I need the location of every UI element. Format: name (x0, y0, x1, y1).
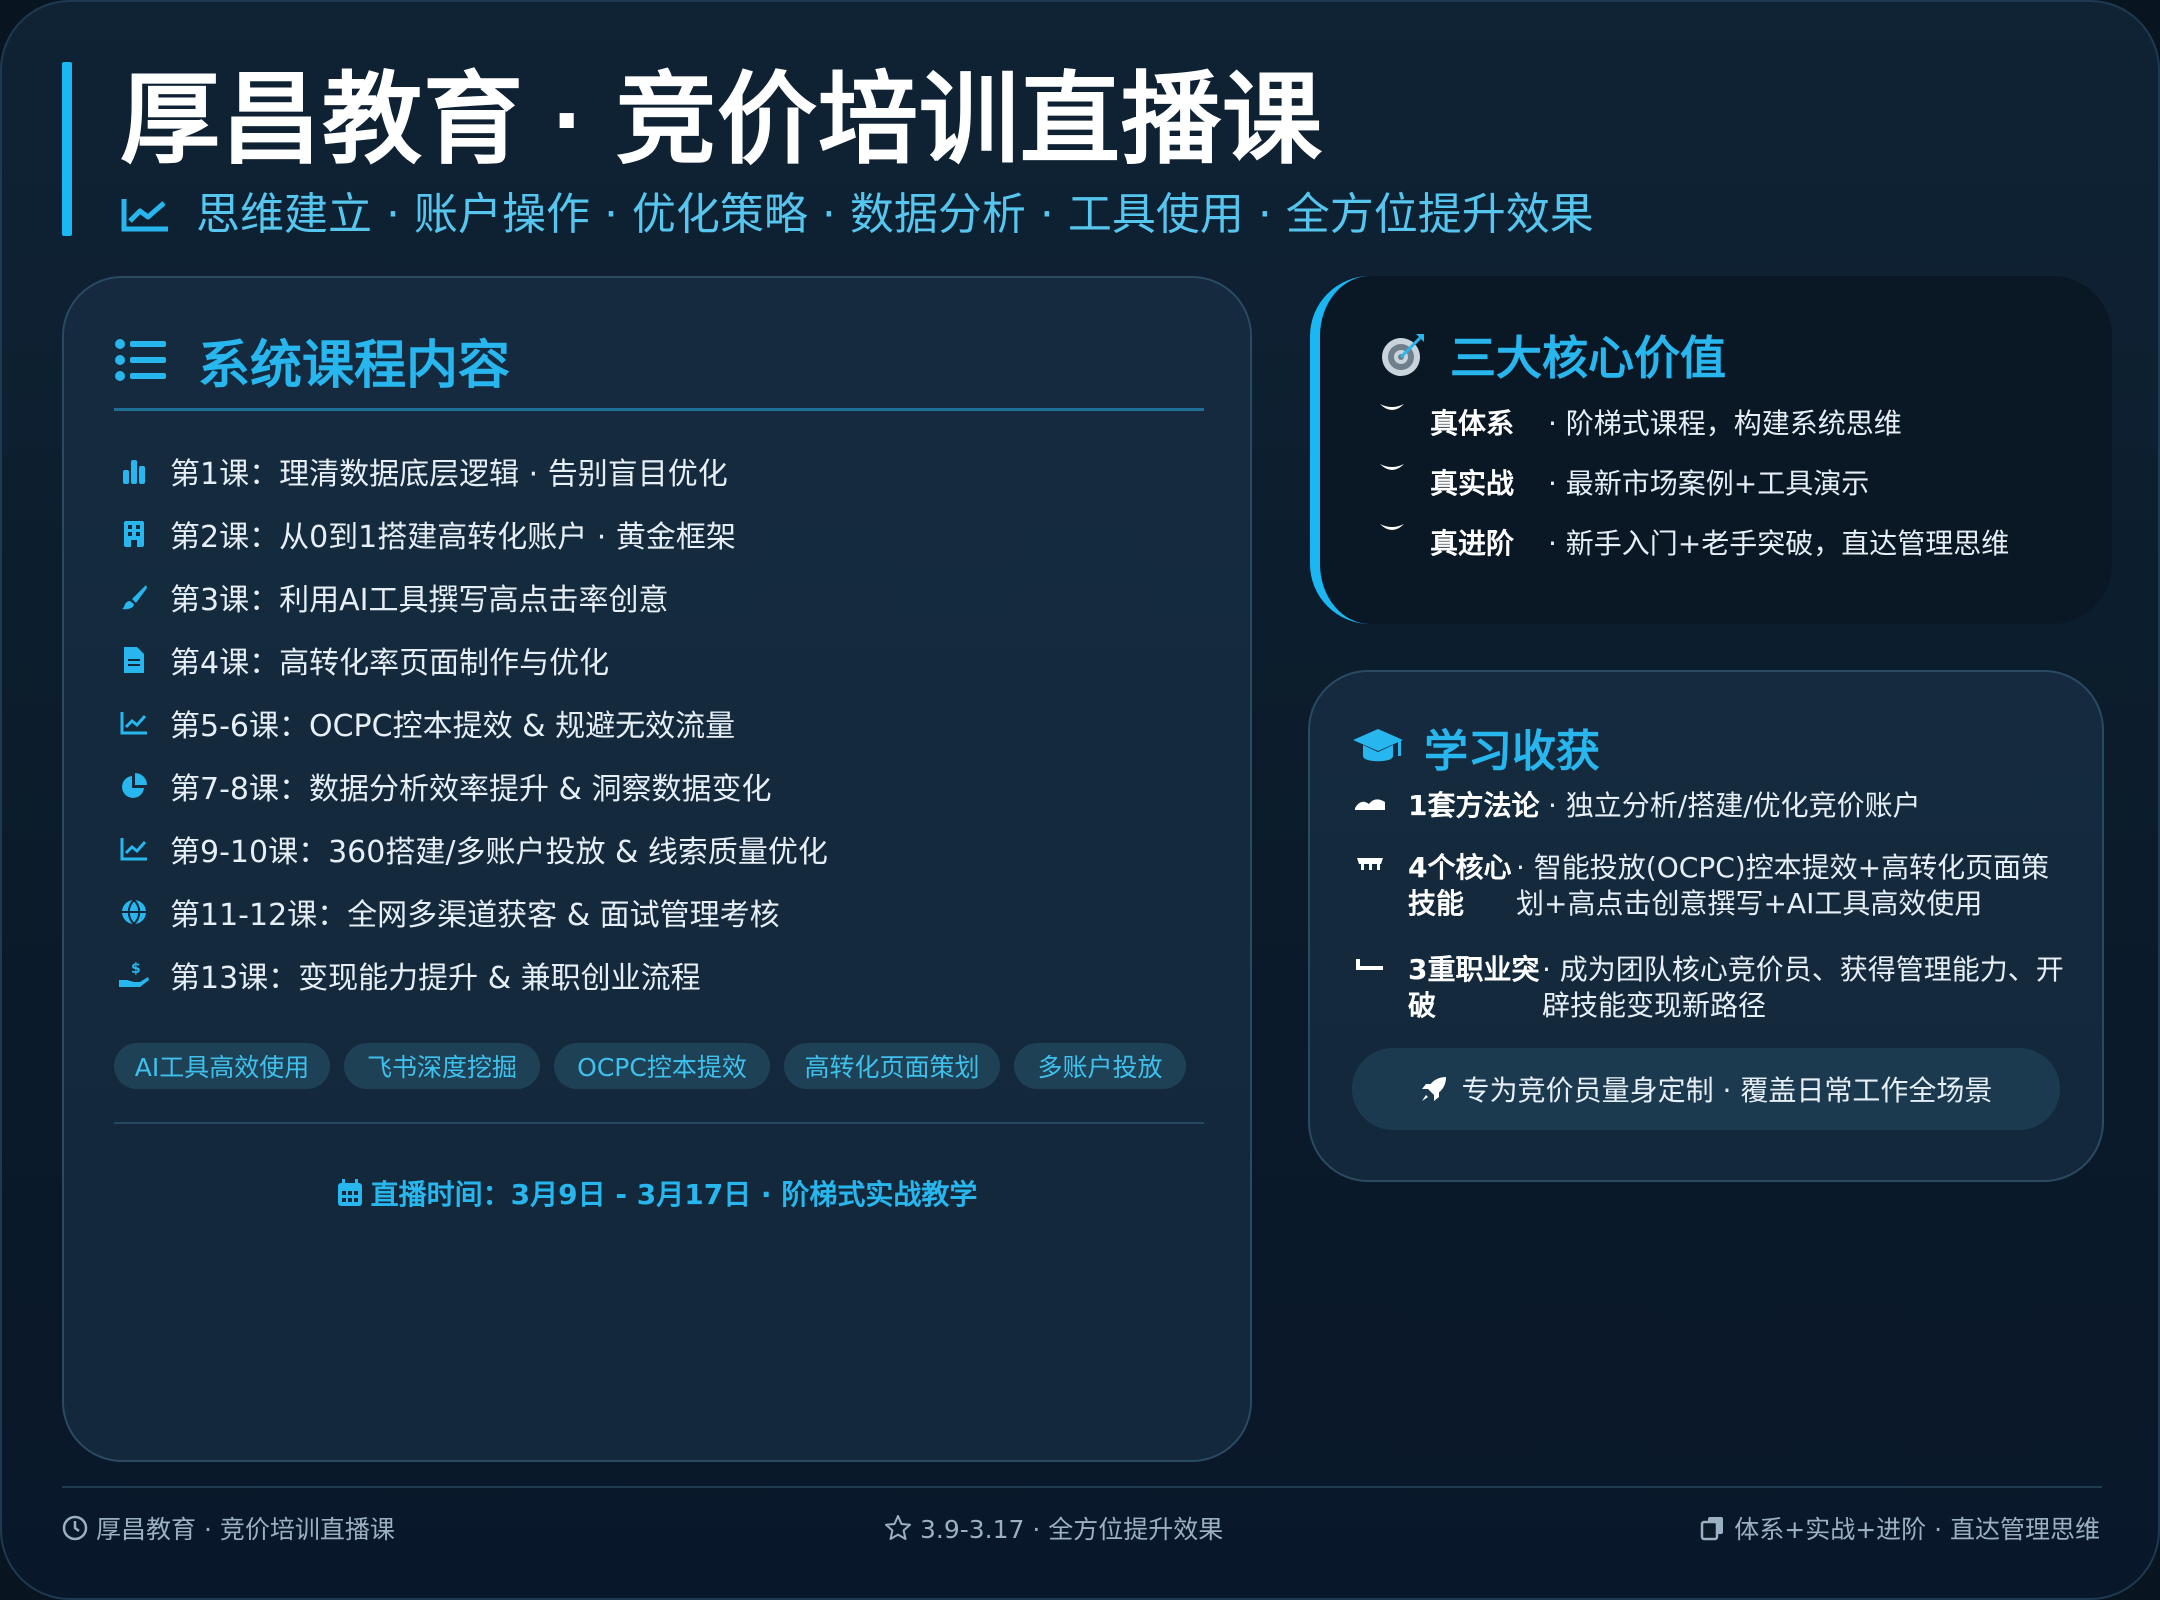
gain-key: 4个核心技能 (1408, 851, 1512, 920)
course-tag: 多账户投放 (1014, 1043, 1186, 1089)
poster-frame: 厚昌教育 · 竞价培训直播课 思维建立 · 账户操作 · 优化策略 · 数据分析… (0, 0, 2160, 1600)
lesson-item: 第5-6课：OCPC控本提效 & 规避无效流量 (114, 698, 735, 748)
gain-item: 4个核心技能 · 智能投放(OCPC)控本提效+高转化页面策划+高点击创意撰写+… (1350, 850, 2056, 922)
course-content-heading: 系统课程内容 (198, 335, 511, 396)
building-icon (124, 521, 144, 547)
heading-divider (114, 408, 1204, 411)
hand-money-icon: $ (119, 961, 149, 987)
live-time-text: 直播时间：3月9日 - 3月17日 · 阶梯式实战教学 (370, 1178, 978, 1211)
page-title: 厚昌教育 · 竞价培训直播课 (120, 64, 1323, 176)
core-value-desc: · 最新市场案例+工具演示 (1548, 467, 1870, 500)
footer-left-text: 厚昌教育 · 竞价培训直播课 (96, 1515, 395, 1544)
clock-icon (62, 1515, 88, 1541)
core-values-heading: 三大核心价值 (1450, 331, 1726, 385)
lesson-item: 第1课：理清数据底层逻辑 · 告别盲目优化 (114, 446, 728, 496)
gain-desc: · 独立分析/搭建/优化竞价账户 (1548, 789, 1921, 822)
lesson-text: 第1课：理清数据底层逻辑 · 告别盲目优化 (170, 457, 728, 492)
line-chart-icon (121, 199, 168, 232)
gain-desc: · 智能投放(OCPC)控本提效+高转化页面策划+高点击创意撰写+AI工具高效使… (1516, 851, 2050, 920)
lesson-text: 第13课：变现能力提升 & 兼职创业流程 (170, 961, 701, 996)
lesson-item: 第9-10课：360搭建/多账户投放 & 线索质量优化 (114, 824, 828, 874)
star-icon (885, 1515, 911, 1540)
lesson-item: 第3课：利用AI工具撰写高点击率创意 (114, 572, 668, 622)
subtitle-row: 思维建立 · 账户操作 · 优化策略 · 数据分析 · 工具使用 · 全方位提升… (120, 180, 1594, 250)
footer-divider (62, 1486, 2102, 1488)
tools-icon (1355, 799, 1385, 810)
briefcase-icon (1356, 959, 1383, 970)
core-value-item: 真实战 · 最新市场案例+工具演示 (1372, 458, 1869, 506)
line-chart-icon (120, 712, 147, 735)
bullet-icon (1380, 404, 1404, 410)
core-value-key: 真进阶 (1430, 527, 1515, 560)
lesson-item: 第4课：高转化率页面制作与优化 (114, 635, 609, 685)
core-value-key: 真实战 (1430, 467, 1515, 500)
footer-left: 厚昌教育 · 竞价培训直播课 (62, 1508, 395, 1548)
lesson-text: 第9-10课：360搭建/多账户投放 & 线索质量优化 (170, 835, 828, 870)
lesson-text: 第4课：高转化率页面制作与优化 (170, 646, 610, 681)
footer-right-text: 体系+实战+进阶 · 直达管理思维 (1734, 1515, 2100, 1544)
lesson-item: $ 第13课：变现能力提升 & 兼职创业流程 (114, 950, 701, 1000)
learning-gains-heading: 学习收获 (1424, 726, 1600, 777)
list-icon (115, 339, 166, 381)
line-chart-icon (120, 838, 147, 861)
puzzle-icon (1357, 858, 1383, 870)
core-value-item: 真进阶 · 新手入门+老手突破，直达管理思维 (1372, 518, 2009, 566)
learning-gains-heading-row: 学习收获 (1352, 712, 1600, 782)
tags-divider (114, 1122, 1204, 1124)
core-values-heading-row: 三大核心价值 (1380, 320, 1726, 390)
live-time-row: 直播时间：3月9日 - 3月17日 · 阶梯式实战教学 (64, 1168, 1250, 1218)
lesson-item: 第7-8课：数据分析效率提升 & 洞察数据变化 (114, 761, 771, 811)
lesson-item: 第2课：从0到1搭建高转化账户 · 黄金框架 (114, 509, 736, 559)
calendar-icon (337, 1179, 362, 1206)
highlight-text: 专为竞价员量身定制 · 覆盖日常工作全场景 (1461, 1074, 1993, 1107)
gain-key: 1套方法论 (1408, 789, 1540, 822)
lesson-text: 第3课：利用AI工具撰写高点击率创意 (170, 583, 669, 618)
core-values-panel: 三大核心价值 真体系 · 阶梯式课程，构建系统思维 真实战 · 最新市场案例+工… (1310, 276, 2112, 624)
lesson-text: 第7-8课：数据分析效率提升 & 洞察数据变化 (170, 772, 772, 807)
course-tag: 飞书深度挖掘 (344, 1043, 540, 1089)
page-subtitle: 思维建立 · 账户操作 · 优化策略 · 数据分析 · 工具使用 · 全方位提升… (196, 189, 1594, 240)
pie-chart-icon (122, 773, 147, 798)
svg-text:$: $ (131, 961, 141, 977)
bullet-icon (1380, 524, 1404, 530)
copy-icon (1701, 1517, 1724, 1541)
paintbrush-icon (122, 585, 147, 610)
footer-middle: 3.9-3.17 · 全方位提升效果 (884, 1508, 1223, 1548)
gain-desc: · 成为团队核心竞价员、获得管理能力、开辟技能变现新路径 (1542, 953, 2064, 1022)
gain-item: 3重职业突破 · 成为团队核心竞价员、获得管理能力、开辟技能变现新路径 (1350, 952, 2082, 1024)
lesson-text: 第5-6课：OCPC控本提效 & 规避无效流量 (170, 709, 736, 744)
course-tag: OCPC控本提效 (554, 1043, 770, 1089)
course-tag: AI工具高效使用 (114, 1043, 330, 1089)
footer-middle-text: 3.9-3.17 · 全方位提升效果 (920, 1515, 1224, 1544)
graduation-cap-icon (1353, 729, 1403, 762)
globe-icon (122, 899, 146, 925)
lesson-text: 第11-12课：全网多渠道获客 & 面试管理考核 (170, 898, 780, 933)
bar-chart-icon (123, 460, 145, 484)
lesson-item: 第11-12课：全网多渠道获客 & 面试管理考核 (114, 887, 780, 937)
learning-gains-panel: 学习收获 1套方法论 · 独立分析/搭建/优化竞价账户 4个核心技能 · 智能投… (1308, 670, 2104, 1182)
document-icon (124, 647, 144, 673)
gain-key: 3重职业突破 (1408, 953, 1540, 1022)
core-value-item: 真体系 · 阶梯式课程，构建系统思维 (1372, 398, 1902, 446)
rocket-icon (1421, 1077, 1446, 1101)
course-tag: 高转化页面策划 (784, 1043, 1000, 1089)
bullet-icon (1380, 464, 1404, 470)
course-content-heading-row: 系统课程内容 (114, 322, 510, 398)
lesson-text: 第2课：从0到1搭建高转化账户 · 黄金框架 (170, 520, 736, 555)
core-value-desc: · 阶梯式课程，构建系统思维 (1548, 407, 1902, 440)
core-value-desc: · 新手入门+老手突破，直达管理思维 (1548, 527, 2010, 560)
highlight-pill: 专为竞价员量身定制 · 覆盖日常工作全场景 (1352, 1048, 2060, 1130)
footer-right: 体系+实战+进阶 · 直达管理思维 (1700, 1508, 2100, 1548)
gain-item: 1套方法论 · 独立分析/搭建/优化竞价账户 (1350, 788, 1921, 824)
title-accent-bar (62, 62, 72, 236)
target-icon (1382, 334, 1424, 376)
course-content-panel: 系统课程内容 第1课：理清数据底层逻辑 · 告别盲目优化 第2课：从0到1搭建高… (62, 276, 1252, 1462)
core-value-key: 真体系 (1430, 407, 1515, 440)
